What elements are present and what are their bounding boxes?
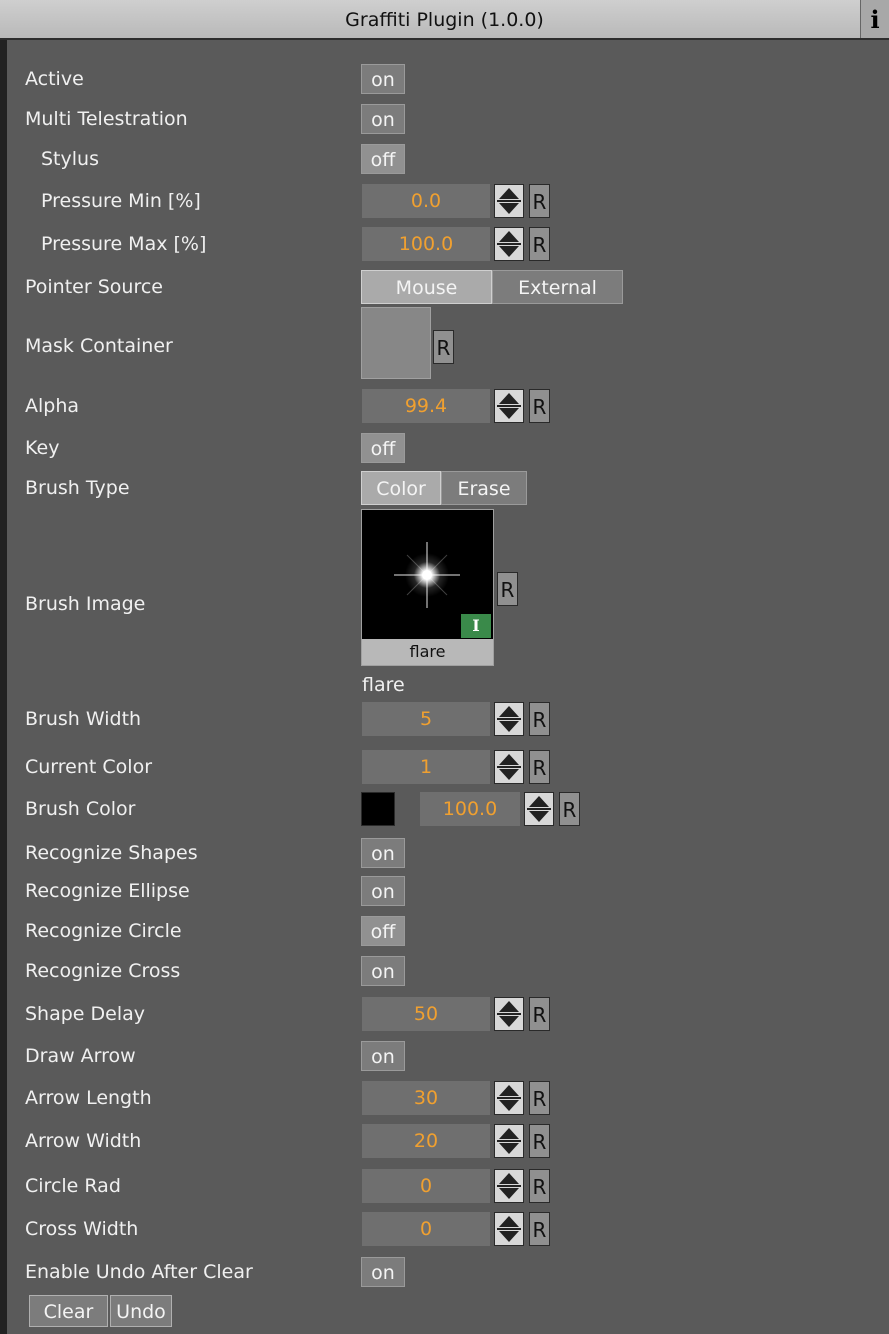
stylus-toggle[interactable]: off	[361, 144, 405, 174]
recognize-circle-label: Recognize Circle	[25, 920, 182, 942]
pointer-source-external-button[interactable]: External	[492, 270, 623, 304]
brush-width-label: Brush Width	[25, 708, 142, 730]
circle-rad-spinner-icon[interactable]	[494, 1169, 524, 1203]
pointer-source-label: Pointer Source	[25, 276, 163, 298]
active-toggle[interactable]: on	[361, 64, 405, 94]
title-bar: Graffiti Plugin (1.0.0) i	[0, 0, 889, 40]
recognize-shapes-label: Recognize Shapes	[25, 842, 198, 864]
circle-rad-field[interactable]: 0	[362, 1169, 490, 1203]
brush-image-reset-button[interactable]: R	[497, 572, 518, 606]
arrow-length-label: Arrow Length	[25, 1087, 152, 1109]
pointer-source-mouse-button[interactable]: Mouse	[361, 270, 492, 304]
mask-container-reset-button[interactable]: R	[433, 330, 454, 364]
pressure-min-reset-button[interactable]: R	[529, 184, 550, 218]
brush-color-spinner-icon[interactable]	[524, 792, 554, 826]
multi-telestration-label: Multi Telestration	[25, 108, 188, 130]
enable-undo-after-clear-toggle[interactable]: on	[361, 1257, 405, 1287]
draw-arrow-toggle[interactable]: on	[361, 1041, 405, 1071]
pressure-max-spinner-icon[interactable]	[494, 227, 524, 261]
alpha-label: Alpha	[25, 395, 80, 417]
brush-width-spinner-icon[interactable]	[494, 702, 524, 736]
recognize-shapes-toggle[interactable]: on	[361, 838, 405, 868]
multi-telestration-toggle[interactable]: on	[361, 104, 405, 134]
alpha-reset-button[interactable]: R	[529, 389, 550, 423]
circle-rad-label: Circle Rad	[25, 1175, 121, 1197]
current-color-field[interactable]: 1	[362, 750, 490, 784]
arrow-width-spinner-icon[interactable]	[494, 1124, 524, 1158]
alpha-spinner-icon[interactable]	[494, 389, 524, 423]
brush-image-label: Brush Image	[25, 593, 146, 615]
enable-undo-after-clear-label: Enable Undo After Clear	[25, 1261, 253, 1283]
brush-image-name: flare	[362, 674, 405, 696]
flare-icon	[394, 542, 460, 608]
recognize-cross-toggle[interactable]: on	[361, 956, 405, 986]
mask-container-label: Mask Container	[25, 335, 173, 357]
cross-width-spinner-icon[interactable]	[494, 1212, 524, 1246]
current-color-reset-button[interactable]: R	[529, 750, 550, 784]
recognize-circle-toggle[interactable]: off	[361, 916, 405, 946]
arrow-width-reset-button[interactable]: R	[529, 1124, 550, 1158]
brush-type-label: Brush Type	[25, 477, 130, 499]
draw-arrow-label: Draw Arrow	[25, 1045, 136, 1067]
arrow-length-reset-button[interactable]: R	[529, 1081, 550, 1115]
shape-delay-label: Shape Delay	[25, 1003, 146, 1025]
alpha-field[interactable]: 99.4	[362, 389, 490, 423]
cross-width-reset-button[interactable]: R	[529, 1212, 550, 1246]
arrow-length-field[interactable]: 30	[362, 1081, 490, 1115]
shape-delay-reset-button[interactable]: R	[529, 997, 550, 1031]
brush-width-reset-button[interactable]: R	[529, 702, 550, 736]
recognize-ellipse-toggle[interactable]: on	[361, 876, 405, 906]
clear-button[interactable]: Clear	[29, 1295, 108, 1327]
pressure-min-spinner-icon[interactable]	[494, 184, 524, 218]
circle-rad-reset-button[interactable]: R	[529, 1169, 550, 1203]
key-label: Key	[25, 437, 60, 459]
shape-delay-field[interactable]: 50	[362, 997, 490, 1031]
key-toggle[interactable]: off	[361, 433, 405, 463]
brush-color-label: Brush Color	[25, 798, 136, 820]
arrow-length-spinner-icon[interactable]	[494, 1081, 524, 1115]
window-title: Graffiti Plugin (1.0.0)	[345, 9, 544, 31]
stylus-label: Stylus	[41, 148, 99, 170]
shape-delay-spinner-icon[interactable]	[494, 997, 524, 1031]
left-edge	[0, 40, 7, 1334]
pressure-min-field[interactable]: 0.0	[362, 184, 490, 218]
recognize-cross-label: Recognize Cross	[25, 960, 181, 982]
brush-image-thumbnail[interactable]: I flare	[361, 509, 494, 666]
brush-color-swatch[interactable]	[361, 792, 395, 826]
current-color-spinner-icon[interactable]	[494, 750, 524, 784]
brush-type-erase-button[interactable]: Erase	[441, 471, 527, 505]
pressure-max-field[interactable]: 100.0	[362, 227, 490, 261]
brush-type-color-button[interactable]: Color	[361, 471, 441, 505]
brush-color-reset-button[interactable]: R	[559, 792, 580, 826]
pressure-max-label: Pressure Max [%]	[41, 233, 207, 255]
active-label: Active	[25, 68, 84, 90]
pressure-max-reset-button[interactable]: R	[529, 227, 550, 261]
brush-image-thumb-label: flare	[362, 639, 493, 665]
cross-width-field[interactable]: 0	[362, 1212, 490, 1246]
info-icon[interactable]: i	[860, 0, 889, 38]
pressure-min-label: Pressure Min [%]	[41, 190, 201, 212]
image-info-badge: I	[461, 614, 491, 638]
mask-container-drop-area[interactable]	[361, 307, 431, 379]
brush-color-alpha-field[interactable]: 100.0	[420, 792, 520, 826]
undo-button[interactable]: Undo	[110, 1295, 172, 1327]
cross-width-label: Cross Width	[25, 1218, 139, 1240]
recognize-ellipse-label: Recognize Ellipse	[25, 880, 190, 902]
arrow-width-label: Arrow Width	[25, 1130, 142, 1152]
arrow-width-field[interactable]: 20	[362, 1124, 490, 1158]
brush-width-field[interactable]: 5	[362, 702, 490, 736]
current-color-label: Current Color	[25, 756, 153, 778]
